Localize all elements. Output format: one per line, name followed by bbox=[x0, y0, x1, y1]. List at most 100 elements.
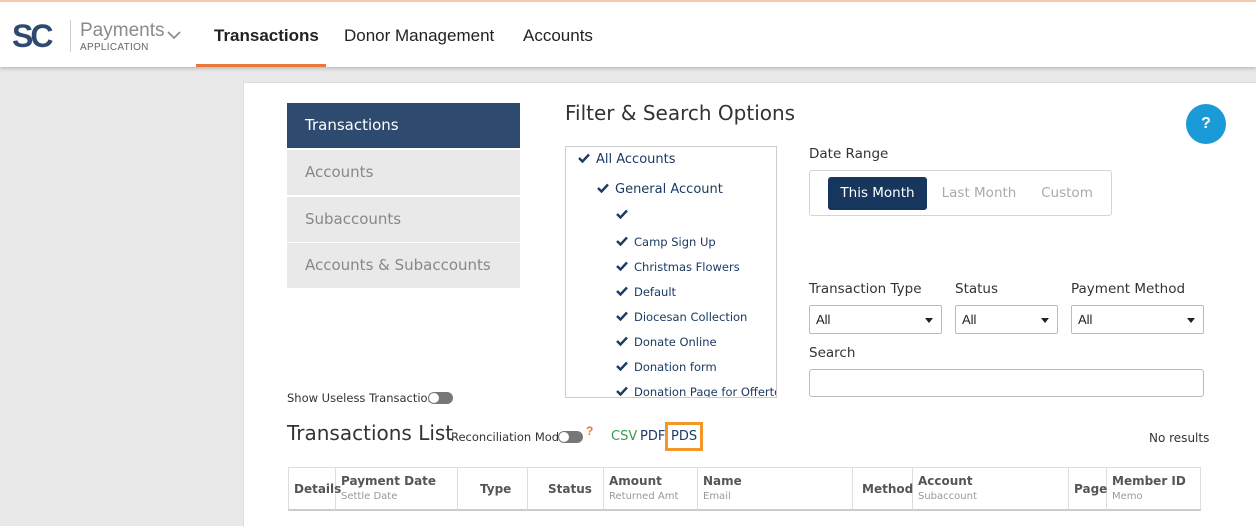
help-button[interactable]: ? bbox=[1186, 104, 1226, 144]
col-sublabel: Returned Amt bbox=[609, 491, 679, 502]
col-details[interactable]: Details bbox=[289, 468, 341, 510]
check-icon bbox=[597, 183, 609, 193]
col-label: Payment Date bbox=[341, 474, 437, 488]
tree-item-default[interactable]: Default bbox=[616, 285, 676, 299]
export-pdf-link[interactable]: PDF bbox=[640, 429, 665, 444]
transaction-type-select[interactable]: All bbox=[809, 305, 942, 334]
status-value: All bbox=[962, 312, 977, 327]
date-range-this-month[interactable]: This Month bbox=[828, 177, 927, 210]
search-label: Search bbox=[809, 345, 856, 361]
payment-method-select[interactable]: All bbox=[1071, 305, 1204, 334]
tree-item-donation-page-offertory[interactable]: Donation Page for Offertory bbox=[616, 385, 777, 398]
top-navbar: SC Payments APPLICATION Transactions Don… bbox=[0, 0, 1256, 67]
col-label: Status bbox=[548, 482, 592, 496]
col-label: Member ID bbox=[1112, 474, 1186, 488]
transaction-type-value: All bbox=[816, 312, 831, 327]
tree-item-christmas-flowers[interactable]: Christmas Flowers bbox=[616, 260, 740, 274]
date-range-label: Date Range bbox=[809, 146, 889, 162]
tree-item-all-accounts[interactable]: All Accounts bbox=[578, 152, 676, 167]
show-useless-toggle[interactable] bbox=[428, 392, 453, 404]
export-csv-link[interactable]: CSV bbox=[611, 429, 637, 444]
nav-donor-management[interactable]: Donor Management bbox=[344, 26, 494, 46]
transaction-type-label: Transaction Type bbox=[809, 281, 922, 297]
check-icon bbox=[578, 153, 590, 163]
col-label: Type bbox=[480, 482, 512, 496]
tree-item-label: Donate Online bbox=[634, 335, 717, 349]
status-label: Status bbox=[955, 281, 999, 297]
col-member-id[interactable]: Member ID Memo bbox=[1107, 468, 1200, 510]
status-select[interactable]: All bbox=[955, 305, 1058, 334]
tree-item-label: Christmas Flowers bbox=[634, 260, 740, 274]
reconciliation-toggle[interactable] bbox=[558, 431, 583, 443]
date-range-custom[interactable]: Custom bbox=[1032, 177, 1102, 210]
col-page[interactable]: Page bbox=[1069, 468, 1107, 510]
col-label: Name bbox=[703, 474, 742, 488]
payment-method-label: Payment Method bbox=[1071, 281, 1186, 297]
check-icon bbox=[616, 361, 628, 371]
show-useless-label: Show Useless Transactions bbox=[287, 391, 441, 405]
check-icon bbox=[616, 286, 628, 296]
sidebar-item-accounts-subaccounts[interactable]: Accounts & Subaccounts bbox=[287, 243, 520, 288]
date-range-group: This Month Last Month Custom bbox=[809, 170, 1112, 216]
check-icon bbox=[616, 236, 628, 246]
col-account[interactable]: Account Subaccount bbox=[913, 468, 1069, 510]
col-method[interactable]: Method bbox=[853, 468, 913, 510]
nav-transactions[interactable]: Transactions bbox=[214, 26, 319, 46]
nav-accounts[interactable]: Accounts bbox=[523, 26, 593, 46]
col-sublabel: Memo bbox=[1112, 491, 1143, 502]
tree-item-label: Camp Sign Up bbox=[634, 235, 716, 249]
check-icon bbox=[616, 386, 628, 396]
tree-item-unnamed[interactable] bbox=[616, 208, 634, 222]
reconciliation-label: Reconciliation Mode bbox=[451, 430, 567, 444]
col-amount[interactable]: Amount Returned Amt bbox=[604, 468, 698, 510]
toggle-knob bbox=[559, 432, 569, 442]
tree-item-donation-form[interactable]: Donation form bbox=[616, 360, 717, 374]
transactions-list-title: Transactions List bbox=[287, 421, 454, 445]
col-label: Amount bbox=[609, 474, 662, 488]
sidebar-item-transactions[interactable]: Transactions bbox=[287, 103, 520, 148]
col-sublabel: Settle Date bbox=[341, 491, 398, 502]
search-input[interactable] bbox=[809, 369, 1204, 397]
tree-item-label: General Account bbox=[615, 182, 723, 197]
col-label: Page bbox=[1074, 482, 1108, 496]
check-icon bbox=[616, 311, 628, 321]
col-payment-date[interactable]: Payment Date Settle Date bbox=[336, 468, 458, 510]
col-type[interactable]: Type bbox=[458, 468, 528, 510]
check-icon bbox=[616, 209, 628, 219]
svg-text:SC: SC bbox=[12, 20, 53, 52]
tree-item-general-account[interactable]: General Account bbox=[597, 182, 723, 197]
col-label: Details bbox=[294, 482, 342, 496]
filter-title: Filter & Search Options bbox=[565, 101, 796, 125]
col-label: Account bbox=[918, 474, 973, 488]
col-status[interactable]: Status bbox=[528, 468, 604, 510]
caret-down-icon bbox=[925, 318, 933, 323]
transactions-table-header: Details Payment Date Settle Date Type St… bbox=[288, 467, 1201, 511]
caret-down-icon bbox=[1041, 318, 1049, 323]
tree-item-label: Donation form bbox=[634, 360, 717, 374]
toggle-knob bbox=[429, 393, 439, 403]
tree-item-donate-online[interactable]: Donate Online bbox=[616, 335, 717, 349]
sidebar-item-accounts[interactable]: Accounts bbox=[287, 150, 520, 195]
no-results-text: No results bbox=[1149, 431, 1210, 445]
col-label: Method bbox=[862, 482, 914, 496]
app-subtitle: APPLICATION bbox=[80, 42, 149, 53]
sidebar-item-subaccounts[interactable]: Subaccounts bbox=[287, 197, 520, 242]
reconciliation-help-icon[interactable]: ? bbox=[586, 424, 593, 438]
chevron-down-icon[interactable] bbox=[167, 30, 181, 40]
check-icon bbox=[616, 261, 628, 271]
pds-highlight-box bbox=[665, 422, 703, 451]
tree-item-label: All Accounts bbox=[596, 152, 676, 167]
tree-item-label: Donation Page for Offertory bbox=[634, 385, 777, 398]
date-range-last-month[interactable]: Last Month bbox=[934, 177, 1024, 210]
payment-method-value: All bbox=[1078, 312, 1093, 327]
account-tree[interactable]: All Accounts General Account Camp Sign U… bbox=[565, 146, 777, 398]
col-sublabel: Subaccount bbox=[918, 491, 977, 502]
col-sublabel: Email bbox=[703, 491, 731, 502]
app-name[interactable]: Payments bbox=[80, 21, 164, 41]
sc-logo-icon[interactable]: SC bbox=[12, 20, 64, 52]
logo-divider bbox=[70, 20, 71, 52]
tree-item-diocesan-collection[interactable]: Diocesan Collection bbox=[616, 310, 747, 324]
tree-item-camp-sign-up[interactable]: Camp Sign Up bbox=[616, 235, 716, 249]
check-icon bbox=[616, 336, 628, 346]
col-name[interactable]: Name Email bbox=[698, 468, 853, 510]
